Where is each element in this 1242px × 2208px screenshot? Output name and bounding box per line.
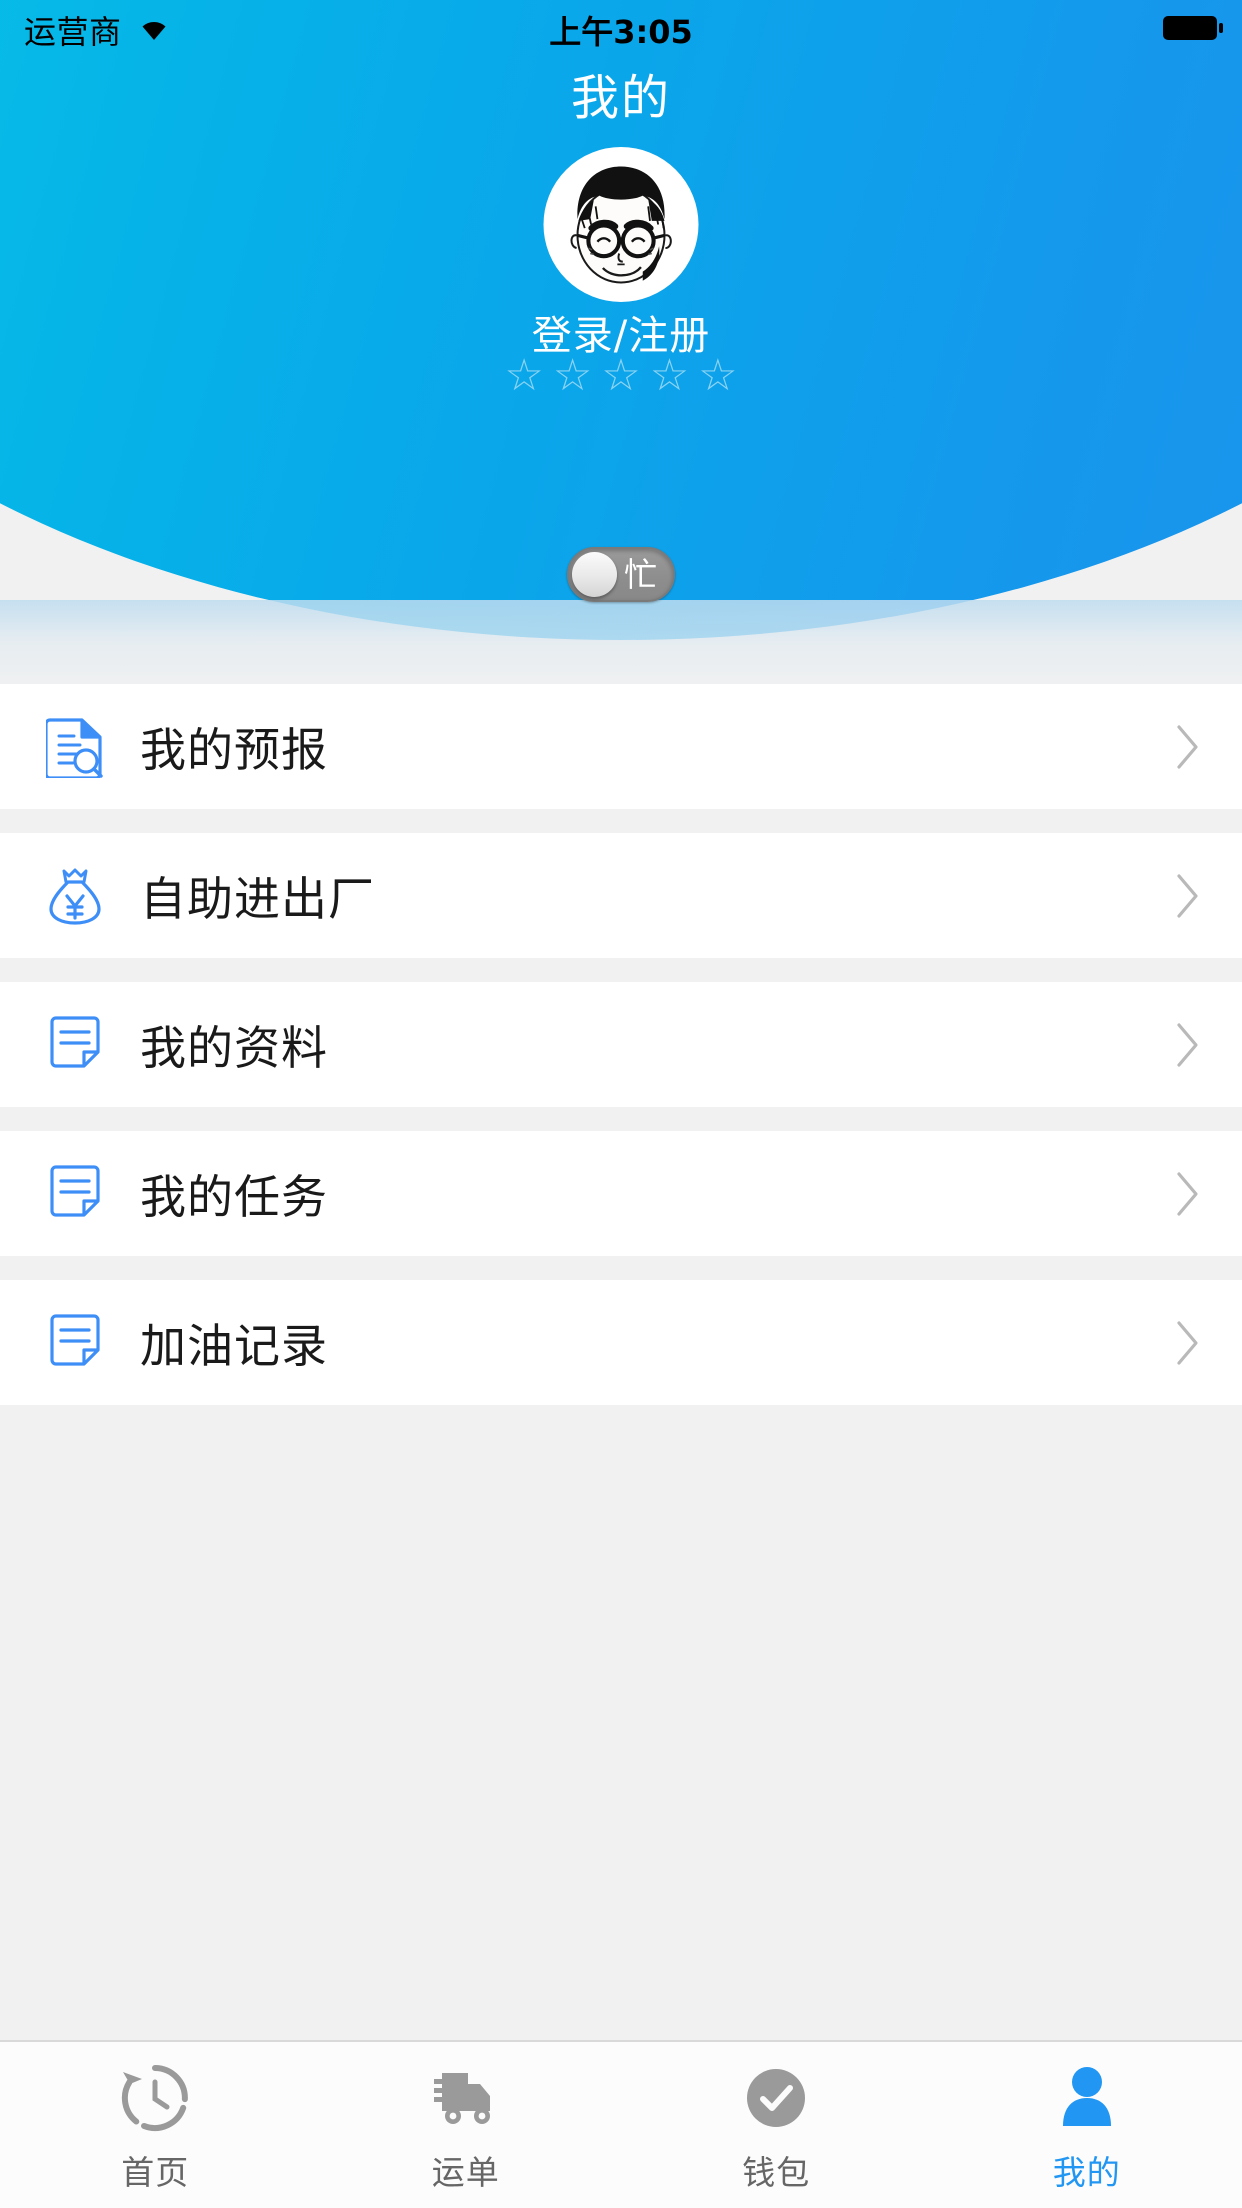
toggle-label: 忙: [624, 555, 657, 594]
status-bar-right: [1162, 13, 1224, 47]
empty-content-area: [0, 1434, 1242, 2040]
status-bar: 运营商 上午3:05: [0, 0, 1242, 60]
toggle-knob[interactable]: [572, 552, 617, 597]
note-folded-icon: [44, 1312, 106, 1374]
tab-label: 运单: [431, 2153, 500, 2192]
check-circle-icon: [736, 2056, 816, 2140]
tab-home[interactable]: 首页: [0, 2042, 311, 2208]
menu-item-refuel-records[interactable]: 加油记录: [0, 1280, 1242, 1405]
truck-icon: [426, 2056, 506, 2140]
clock-history-icon: [115, 2056, 195, 2140]
document-search-icon: [44, 716, 106, 778]
menu-divider: [0, 958, 1242, 982]
menu-divider: [0, 1256, 1242, 1280]
avatar[interactable]: [543, 147, 699, 302]
star-outline-icon[interactable]: ☆: [698, 354, 737, 398]
menu-item-label: 自助进出厂: [140, 871, 375, 926]
tab-wallet[interactable]: 钱包: [621, 2042, 932, 2208]
chevron-right-icon[interactable]: [1168, 715, 1208, 779]
menu-item-my-profile[interactable]: 我的资料: [0, 982, 1242, 1107]
menu-divider: [0, 809, 1242, 833]
clock-label: 上午3:05: [549, 13, 693, 51]
note-folded-icon: [44, 1014, 106, 1076]
star-outline-icon[interactable]: ☆: [553, 354, 592, 398]
tab-profile[interactable]: 我的: [932, 2042, 1242, 2208]
money-bag-yuan-icon: [44, 865, 106, 927]
tab-label: 钱包: [742, 2153, 811, 2192]
menu-item-self-service-gate[interactable]: 自助进出厂: [0, 833, 1242, 958]
menu-divider: [0, 1107, 1242, 1131]
tab-label: 我的: [1052, 2153, 1121, 2192]
chevron-right-icon[interactable]: [1168, 864, 1208, 928]
menu-item-my-tasks[interactable]: 我的任务: [0, 1131, 1242, 1256]
chevron-right-icon[interactable]: [1168, 1311, 1208, 1375]
page-title: 我的: [570, 70, 671, 126]
bottom-tab-bar: 首页 运单 钱包 我的: [0, 2040, 1242, 2208]
tab-waybill[interactable]: 运单: [311, 2042, 622, 2208]
tab-label: 首页: [121, 2153, 190, 2192]
note-folded-icon: [44, 1163, 106, 1225]
menu-item-label: 我的预报: [140, 722, 328, 777]
star-outline-icon[interactable]: ☆: [650, 354, 689, 398]
person-icon: [1047, 2056, 1127, 2140]
menu-item-label: 我的任务: [140, 1169, 328, 1224]
battery-full-icon: [1162, 13, 1224, 47]
star-outline-icon[interactable]: ☆: [601, 354, 640, 398]
rating-stars[interactable]: ☆ ☆ ☆ ☆ ☆: [0, 354, 1242, 398]
menu-item-label: 加油记录: [140, 1318, 328, 1373]
chevron-right-icon[interactable]: [1168, 1162, 1208, 1226]
avatar-cartoon-face: [548, 152, 694, 297]
menu-item-forecast[interactable]: 我的预报: [0, 684, 1242, 809]
menu-list: 我的预报 自助进出厂 我的资料 我的任务 加油记录: [0, 684, 1242, 1405]
star-outline-icon[interactable]: ☆: [504, 354, 543, 398]
app-screen: 运营商 上午3:05 我的 登录/注册 ☆ ☆ ☆ ☆ ☆ 忙 我的预报 自助进…: [0, 0, 1242, 2208]
menu-item-label: 我的资料: [140, 1020, 328, 1075]
busy-status-toggle[interactable]: 忙: [567, 547, 675, 602]
chevron-right-icon[interactable]: [1168, 1013, 1208, 1077]
